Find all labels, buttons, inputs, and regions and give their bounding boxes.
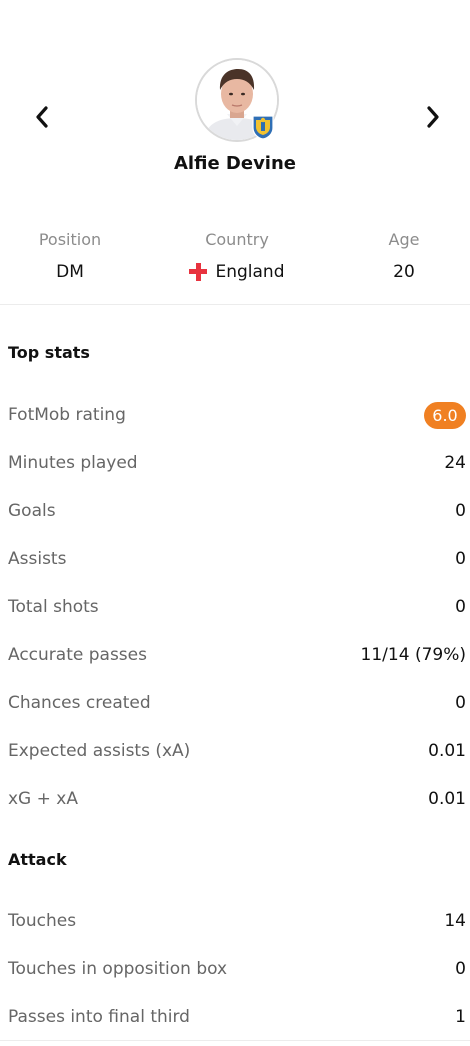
country-value-wrap: England bbox=[167, 260, 307, 284]
stat-row: Touches in opposition box 0 bbox=[8, 954, 466, 984]
stat-label: Accurate passes bbox=[8, 645, 147, 665]
stat-label: Expected assists (xA) bbox=[8, 741, 191, 761]
country-value: England bbox=[215, 262, 285, 282]
stat-label: Minutes played bbox=[8, 453, 138, 473]
stat-label: Passes into final third bbox=[8, 1007, 190, 1027]
stat-row-fotmob-rating: FotMob rating 6.0 bbox=[8, 400, 466, 430]
stat-value: 1 bbox=[455, 1007, 466, 1027]
info-country: Country England bbox=[167, 229, 307, 284]
section-divider bbox=[0, 304, 470, 305]
stat-row: Goals 0 bbox=[8, 496, 466, 526]
rating-badge: 6.0 bbox=[424, 401, 466, 429]
stat-value: 0 bbox=[455, 501, 466, 521]
stat-value: 0.01 bbox=[428, 789, 466, 809]
club-crest-icon bbox=[251, 114, 275, 140]
stat-label: Touches in opposition box bbox=[8, 959, 228, 979]
position-label: Position bbox=[38, 230, 102, 249]
age-label: Age bbox=[388, 230, 420, 249]
stat-row: Passes into final third 1 bbox=[8, 1002, 466, 1032]
stat-row: Chances created 0 bbox=[8, 688, 466, 718]
stat-label: FotMob rating bbox=[8, 405, 126, 425]
stat-label: xG + xA bbox=[8, 789, 78, 809]
stat-row: xG + xA 0.01 bbox=[8, 784, 466, 814]
stat-value: 14 bbox=[444, 911, 466, 931]
age-value: 20 bbox=[393, 262, 415, 282]
stat-label: Assists bbox=[8, 549, 67, 569]
top-stats-title: Top stats bbox=[8, 343, 90, 362]
stat-row: Minutes played 24 bbox=[8, 448, 466, 478]
stat-label: Goals bbox=[8, 501, 56, 521]
chevron-left-icon[interactable] bbox=[27, 102, 57, 132]
stat-value: 0.01 bbox=[428, 741, 466, 761]
stat-value: 11/14 (79%) bbox=[360, 645, 466, 665]
stat-row: Accurate passes 11/14 (79%) bbox=[8, 640, 466, 670]
chevron-right-icon[interactable] bbox=[418, 102, 448, 132]
stat-label: Total shots bbox=[8, 597, 99, 617]
stat-value: 0 bbox=[455, 597, 466, 617]
player-stats-page: Alfie Devine Position DM Country England… bbox=[0, 0, 470, 1046]
player-avatar bbox=[195, 58, 279, 142]
stat-value: 0 bbox=[455, 693, 466, 713]
stat-value: 0 bbox=[455, 549, 466, 569]
stat-row: Expected assists (xA) 0.01 bbox=[8, 736, 466, 766]
stat-label: Touches bbox=[8, 911, 77, 931]
stat-row: Assists 0 bbox=[8, 544, 466, 574]
stat-row: Total shots 0 bbox=[8, 592, 466, 622]
info-age: Age 20 bbox=[334, 229, 470, 284]
info-position: Position DM bbox=[0, 229, 140, 284]
england-flag-icon bbox=[189, 263, 208, 281]
country-label: Country bbox=[205, 230, 269, 249]
stat-value: 24 bbox=[444, 453, 466, 473]
stat-label: Chances created bbox=[8, 693, 151, 713]
position-value: DM bbox=[56, 262, 84, 282]
player-name: Alfie Devine bbox=[174, 153, 296, 174]
stat-row: Touches 14 bbox=[8, 906, 466, 936]
attack-title: Attack bbox=[8, 850, 67, 869]
bottom-divider bbox=[0, 1040, 470, 1041]
stat-value: 0 bbox=[455, 959, 466, 979]
